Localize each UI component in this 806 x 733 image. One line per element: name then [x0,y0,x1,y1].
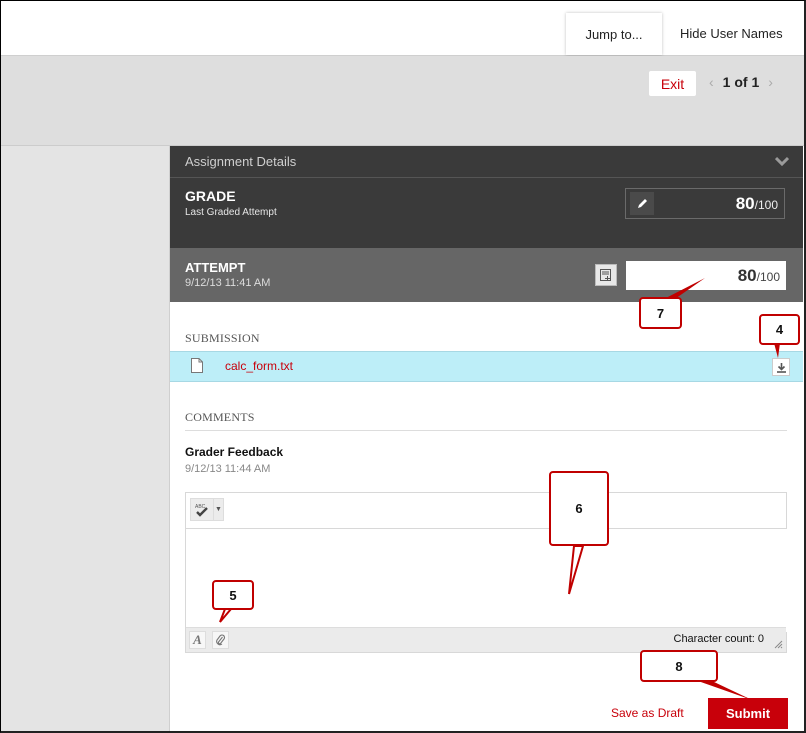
grading-panel: Assignment Details GRADE Last Graded Att… [170,146,803,733]
attach-file-button[interactable] [212,631,229,649]
chevron-left-icon[interactable]: ‹ [709,74,714,90]
submission-file-row[interactable]: calc_form.txt [170,351,803,382]
feedback-editor: ABC ▼ A Character count: 0 [185,492,790,653]
text-format-button[interactable]: A [189,631,206,649]
save-as-draft-link[interactable]: Save as Draft [611,706,684,720]
grader-feedback-date: 9/12/13 11:44 AM [185,463,271,475]
chevron-down-icon[interactable] [774,155,790,167]
attempt-date: 9/12/13 11:41 AM [185,277,271,289]
grade-score-value: 80 [735,194,755,213]
jump-to-button[interactable]: Jump to... [566,13,662,55]
attempt-section: ATTEMPT 9/12/13 11:41 AM 80/100 [170,248,803,302]
comments-divider [185,430,787,431]
callout-7: 7 [639,297,682,329]
download-button[interactable] [772,358,790,376]
editor-toolbar: ABC ▼ [186,493,786,529]
grade-label: GRADE [185,188,236,204]
submission-file-link[interactable]: calc_form.txt [225,359,293,373]
grade-score-max: /100 [754,198,778,212]
submit-button[interactable]: Submit [708,698,788,729]
attempt-score-max: /100 [756,270,780,284]
pager: ‹ 1 of 1 › [709,74,773,90]
character-count: Character count: 0 [673,633,765,645]
spellcheck-dropdown-icon[interactable]: ▼ [214,499,223,520]
callout-6: 6 [549,471,609,546]
attempt-score: 80/100 [738,266,780,286]
feedback-textarea[interactable] [186,529,790,632]
submission-heading: SUBMISSION [185,331,260,345]
grade-sublabel: Last Graded Attempt [185,207,277,218]
grade-section: GRADE Last Graded Attempt 80/100 [170,178,803,248]
download-icon [776,362,786,373]
attempt-score-value: 80 [737,266,757,285]
callout-4: 4 [759,314,800,345]
chevron-right-icon[interactable]: › [768,74,773,90]
grade-display: 80/100 [625,188,785,219]
document-preview-pane [0,146,170,733]
top-header: Jump to... Hide User Names [0,0,806,56]
svg-text:ABC: ABC [195,504,206,510]
font-format-icon: A [193,632,202,647]
callout-5: 5 [212,580,254,610]
grade-score: 80/100 [736,194,778,214]
editor-footer: A Character count: 0 [186,627,786,652]
add-note-icon [600,269,611,281]
exit-label: Exit [660,75,685,92]
paperclip-icon [216,634,226,646]
navigation-band [0,56,806,146]
submit-label: Submit [725,706,771,721]
attempt-label: ATTEMPT [185,260,246,275]
resize-grip-icon[interactable] [774,640,783,649]
attempt-grade-input[interactable]: 80/100 [626,261,786,290]
assignment-details-title: Assignment Details [185,154,297,169]
pencil-icon [638,198,647,208]
spellcheck-button[interactable]: ABC ▼ [190,498,224,521]
exit-button[interactable]: Exit [649,71,696,96]
edit-grade-button[interactable] [630,192,654,215]
page-indicator: 1 of 1 [722,74,760,90]
spellcheck-icon: ABC [191,499,214,520]
assignment-details-header[interactable]: Assignment Details [170,146,803,178]
comments-heading: COMMENTS [185,410,255,424]
hide-user-names-link[interactable]: Hide User Names [680,26,783,41]
file-icon [191,358,203,373]
callout-8: 8 [640,650,718,682]
jump-to-label: Jump to... [585,26,643,42]
add-feedback-button[interactable] [595,264,617,286]
grader-feedback-title: Grader Feedback [185,445,284,459]
